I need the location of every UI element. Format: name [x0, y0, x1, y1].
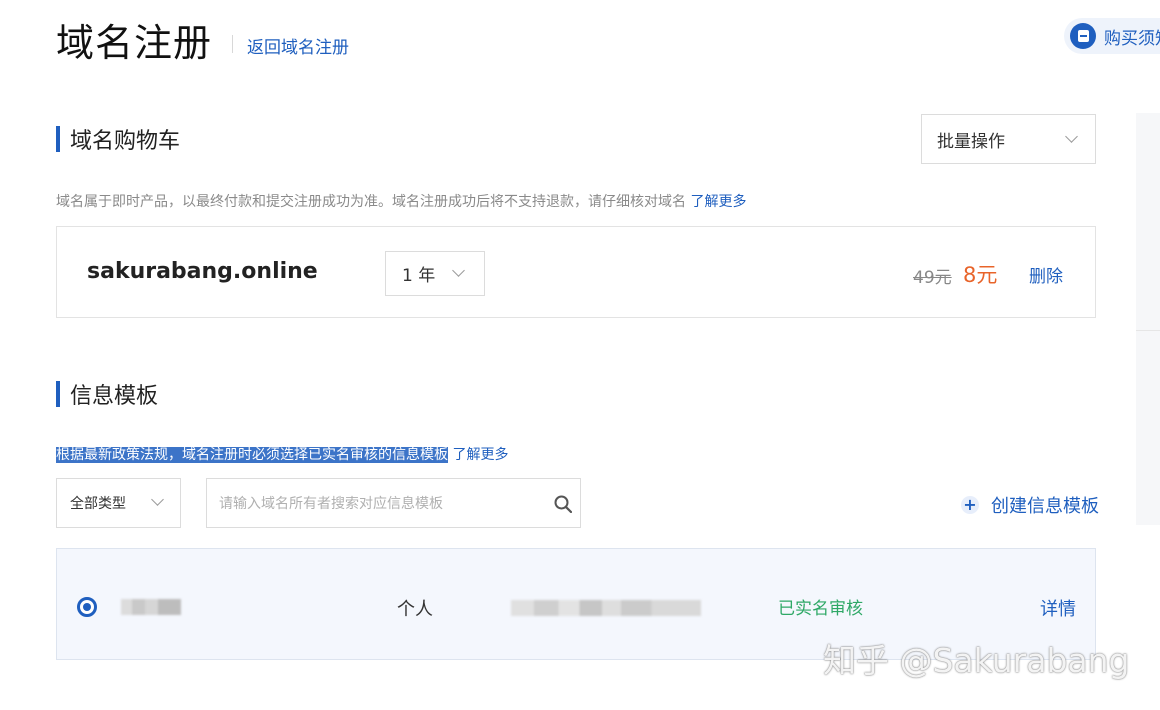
batch-operation-select[interactable]: 批量操作	[921, 114, 1096, 164]
plus-icon: +	[961, 496, 979, 514]
discount-price: 8元	[963, 263, 998, 287]
template-learn-more-link[interactable]: 了解更多	[452, 447, 508, 463]
file-icon	[1070, 23, 1096, 49]
create-template-label: 创建信息模板	[991, 496, 1099, 517]
chevron-down-icon	[151, 493, 164, 506]
template-name-redacted	[121, 599, 181, 615]
template-section-heading: 信息模板	[56, 381, 159, 409]
template-type-select[interactable]: 全部类型	[56, 478, 181, 528]
domain-name: sakurabang.online	[87, 259, 318, 284]
template-notice-text: 根据最新政策法规，域名注册时必须选择已实名审核的信息模板	[56, 447, 448, 463]
delete-button[interactable]: 删除	[1029, 262, 1063, 287]
chevron-down-icon	[452, 264, 465, 277]
template-detail-link[interactable]: 详情	[1040, 595, 1076, 621]
search-icon[interactable]	[554, 495, 572, 513]
template-owner-redacted	[511, 600, 701, 616]
chevron-down-icon	[1065, 130, 1078, 143]
side-panel-edge	[1136, 113, 1160, 525]
original-price: 49元	[913, 268, 952, 288]
template-notice: 根据最新政策法规，域名注册时必须选择已实名审核的信息模板 了解更多	[56, 444, 508, 464]
template-heading-text: 信息模板	[70, 384, 159, 409]
cart-section-heading: 域名购物车	[56, 126, 181, 154]
cart-item: sakurabang.online 1 年 49元 8元 删除	[56, 226, 1096, 318]
radio-selected-icon[interactable]	[77, 597, 97, 617]
template-search	[206, 478, 581, 528]
watermark: 知乎 @Sakurabang	[823, 641, 1130, 680]
buy-notice-button[interactable]: 购买须知	[1064, 18, 1160, 54]
cart-learn-more-link[interactable]: 了解更多	[690, 194, 746, 210]
section-accent-bar	[56, 381, 60, 407]
cart-notice: 域名属于即时产品，以最终付款和提交注册成功为准。域名注册成功后将不支持退款，请仔…	[56, 191, 746, 211]
section-accent-bar	[56, 126, 60, 152]
batch-operation-label: 批量操作	[937, 131, 1005, 152]
back-to-domain-register-link[interactable]: 返回域名注册	[247, 33, 349, 58]
title-divider	[232, 35, 233, 53]
cart-heading-text: 域名购物车	[70, 129, 181, 154]
template-type-label: 全部类型	[70, 496, 126, 512]
verification-status: 已实名审核	[778, 599, 863, 619]
create-template-button[interactable]: + 创建信息模板	[961, 492, 1099, 518]
cart-notice-text: 域名属于即时产品，以最终付款和提交注册成功为准。域名注册成功后将不支持退款，请仔…	[56, 194, 686, 210]
template-type: 个人	[397, 599, 433, 620]
page-title: 域名注册	[56, 21, 213, 65]
period-value: 1 年	[402, 266, 436, 286]
period-select[interactable]: 1 年	[385, 251, 485, 296]
buy-notice-label: 购买须知	[1104, 28, 1160, 49]
template-search-input[interactable]	[219, 493, 539, 515]
